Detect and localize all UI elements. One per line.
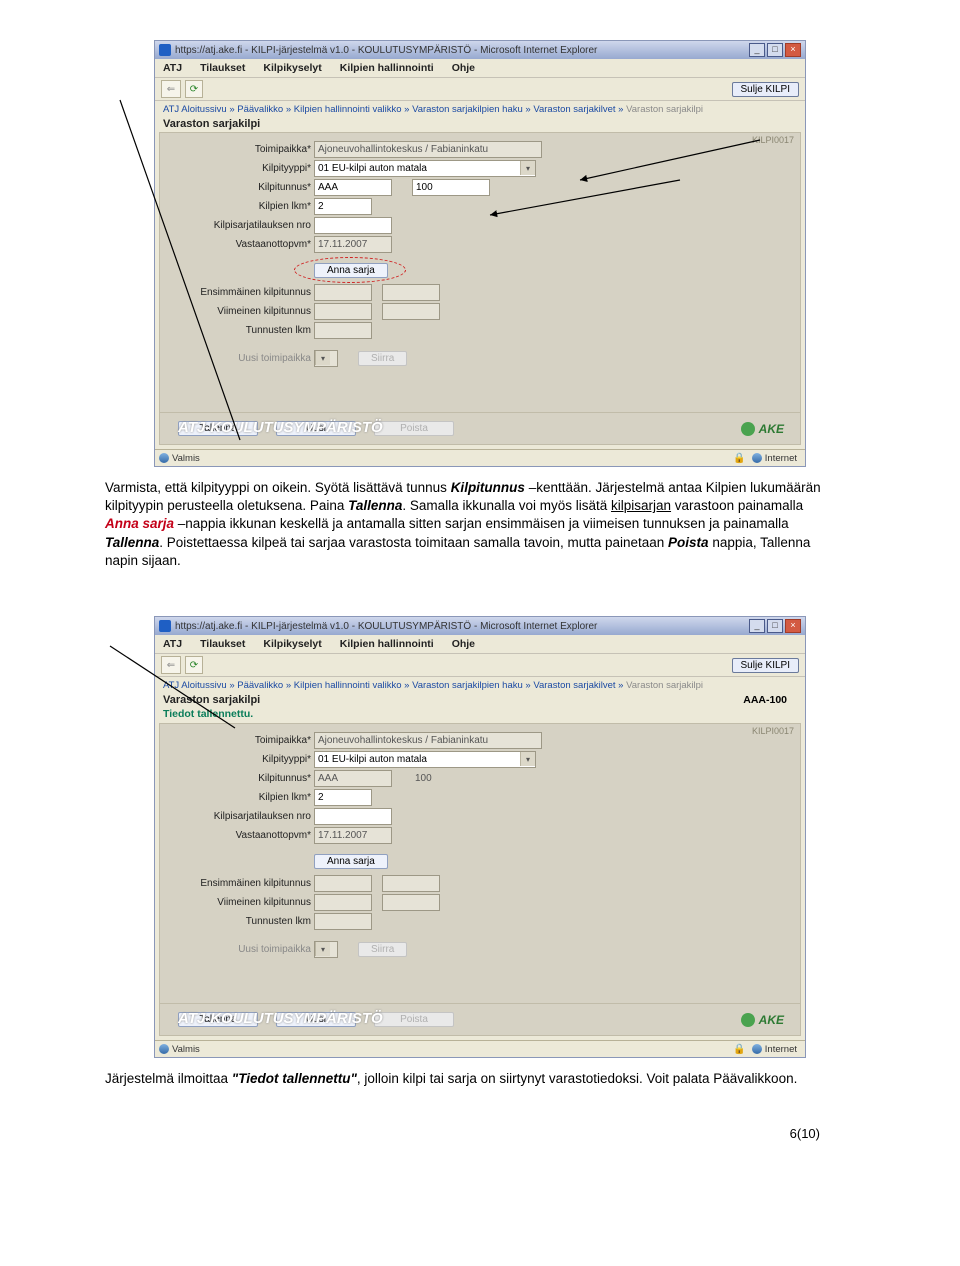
menu-kilpien-hallinnointi[interactable]: Kilpien hallinnointi	[340, 638, 434, 650]
chevron-down-icon: ▾	[520, 752, 535, 766]
sulje-kilpi-button[interactable]: Sulje KILPI	[732, 82, 799, 97]
statusbar: Valmis 🔒 Internet	[155, 449, 805, 466]
globe-icon	[752, 1044, 762, 1054]
select-kilpityyppi[interactable]: 01 EU-kilpi auton matala ▾	[314, 160, 536, 177]
menu-tilaukset[interactable]: Tilaukset	[200, 638, 245, 650]
menu-ohje[interactable]: Ohje	[452, 62, 475, 74]
app-window-2: https://atj.ake.fi - KILPI-järjestelmä v…	[154, 616, 806, 1058]
field-ensimmainen-a	[314, 284, 372, 301]
back-button[interactable]: ⇐	[161, 656, 181, 674]
refresh-button[interactable]: ⟳	[185, 656, 203, 674]
menu-atj[interactable]: ATJ	[163, 638, 182, 650]
select-kilpityyppi[interactable]: 01 EU-kilpi auton matala ▾	[314, 751, 536, 768]
env-overlay: ATJ-KOULUTUSYMPÄRISTÖ	[178, 419, 383, 436]
siirra-button: Siirra	[358, 351, 407, 366]
app-window-1: https://atj.ake.fi - KILPI-järjestelmä v…	[154, 40, 806, 467]
status-valmis: Valmis	[172, 453, 200, 464]
ake-logo: AKE	[741, 1013, 784, 1027]
titlebar: https://atj.ake.fi - KILPI-järjestelmä v…	[155, 617, 805, 635]
field-tunnusten-lkm	[314, 322, 372, 339]
menu-ohje[interactable]: Ohje	[452, 638, 475, 650]
lock-icon: 🔒	[733, 453, 745, 464]
field-kilpitunnus-a[interactable]: AAA	[314, 179, 392, 196]
label-kilpien-lkm: Kilpien lkm*	[166, 201, 314, 212]
app-title: Varaston sarjakilpi	[155, 118, 805, 132]
lock-icon: 🔒	[733, 1044, 745, 1055]
status-message: Tiedot tallennettu.	[155, 708, 805, 723]
env-overlay: ATJ-KOULUTUSYMPÄRISTÖ	[178, 1010, 383, 1027]
page-number: 6(10)	[80, 1126, 820, 1141]
screen-code: KILPI0017	[752, 726, 794, 736]
status-internet: Internet	[765, 453, 797, 464]
statusbar: Valmis 🔒 Internet	[155, 1040, 805, 1057]
label-toimipaikka: Toimipaikka*	[166, 144, 314, 155]
field-viimeinen-b	[382, 303, 440, 320]
ake-logo: AKE	[741, 422, 784, 436]
toolbar: ⇐ ⟳ Sulje KILPI	[155, 78, 805, 101]
field-vastaanottopvm: 17.11.2007	[314, 236, 392, 253]
ie-icon	[159, 44, 171, 56]
field-kilpitunnus-b[interactable]: 100	[412, 179, 490, 196]
breadcrumb: ATJ Aloitussivu » Päävalikko » Kilpien h…	[155, 677, 805, 694]
maximize-button[interactable]: □	[767, 43, 783, 57]
field-ensimmainen-b	[382, 284, 440, 301]
label-ensimmainen: Ensimmäinen kilpitunnus	[166, 287, 314, 298]
app-menubar: ATJ Tilaukset Kilpikyselyt Kilpien halli…	[155, 59, 805, 78]
label-viimeinen: Viimeinen kilpitunnus	[166, 306, 314, 317]
globe-icon	[752, 453, 762, 463]
sulje-kilpi-button[interactable]: Sulje KILPI	[732, 658, 799, 673]
select-uusi-toimipaikka: ▾	[314, 350, 338, 367]
anna-sarja-button[interactable]: Anna sarja	[314, 854, 388, 869]
anna-sarja-button[interactable]: Anna sarja	[314, 263, 388, 278]
label-tunnusten-lkm: Tunnusten lkm	[166, 325, 314, 336]
field-viimeinen-a	[314, 303, 372, 320]
screen-code: KILPI0017	[752, 135, 794, 145]
label-vastaanottopvm: Vastaanottopvm*	[166, 239, 314, 250]
poista-button: Poista	[374, 421, 454, 436]
field-toimipaikka: Ajoneuvohallintokeskus / Fabianinkatu	[314, 141, 542, 158]
breadcrumb: ATJ Aloitussivu » Päävalikko » Kilpien h…	[155, 101, 805, 118]
toolbar: ⇐ ⟳ Sulje KILPI	[155, 654, 805, 677]
field-kilpien-lkm[interactable]: 2	[314, 198, 372, 215]
poista-button: Poista	[374, 1012, 454, 1027]
minimize-button[interactable]: _	[749, 619, 765, 633]
aaa-code: AAA-100	[743, 694, 787, 706]
globe-icon	[159, 453, 169, 463]
app-title: Varaston sarjakilpi	[155, 694, 805, 708]
globe-icon	[159, 1044, 169, 1054]
label-kilpityyppi: Kilpityyppi*	[166, 163, 314, 174]
menu-atj[interactable]: ATJ	[163, 62, 182, 74]
description-1: Varmista, että kilpityyppi on oikein. Sy…	[105, 479, 830, 570]
window-title: https://atj.ake.fi - KILPI-järjestelmä v…	[175, 621, 597, 632]
description-2: Järjestelmä ilmoittaa "Tiedot tallennett…	[105, 1070, 830, 1088]
minimize-button[interactable]: _	[749, 43, 765, 57]
close-button[interactable]: ×	[785, 43, 801, 57]
refresh-button[interactable]: ⟳	[185, 80, 203, 98]
maximize-button[interactable]: □	[767, 619, 783, 633]
menu-tilaukset[interactable]: Tilaukset	[200, 62, 245, 74]
chevron-down-icon: ▾	[520, 161, 535, 175]
back-button[interactable]: ⇐	[161, 80, 181, 98]
label-uusi-toimipaikka: Uusi toimipaikka	[166, 353, 314, 364]
app-menubar: ATJ Tilaukset Kilpikyselyt Kilpien halli…	[155, 635, 805, 654]
menu-kilpikyselyt[interactable]: Kilpikyselyt	[263, 62, 321, 74]
siirra-button: Siirra	[358, 942, 407, 957]
close-button[interactable]: ×	[785, 619, 801, 633]
menu-kilpikyselyt[interactable]: Kilpikyselyt	[263, 638, 321, 650]
ie-icon	[159, 620, 171, 632]
field-kilpisarjatilauksen[interactable]	[314, 217, 392, 234]
menu-kilpien-hallinnointi[interactable]: Kilpien hallinnointi	[340, 62, 434, 74]
label-kilpisarjatilauksen: Kilpisarjatilauksen nro	[166, 220, 314, 231]
titlebar: https://atj.ake.fi - KILPI-järjestelmä v…	[155, 41, 805, 59]
label-kilpitunnus: Kilpitunnus*	[166, 182, 314, 193]
window-title: https://atj.ake.fi - KILPI-järjestelmä v…	[175, 45, 597, 56]
